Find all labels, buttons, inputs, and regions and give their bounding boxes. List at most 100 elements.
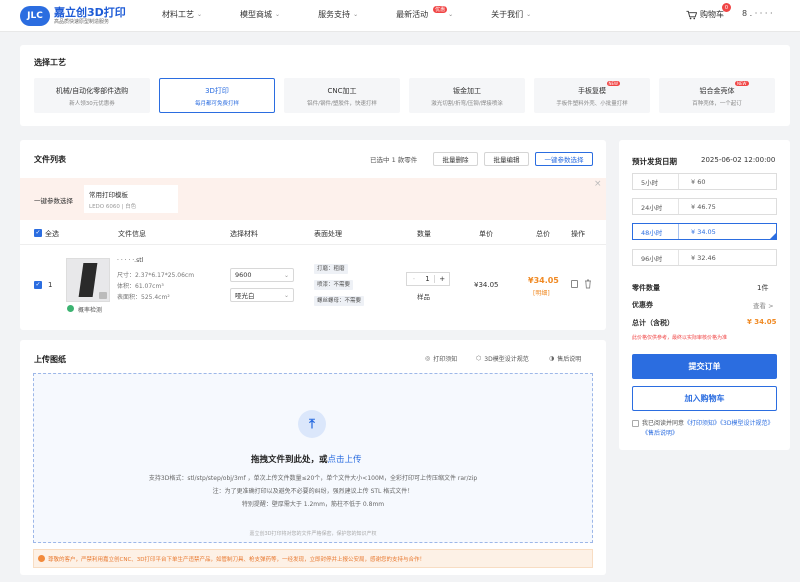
warning-icon	[38, 555, 45, 562]
quantity-plus-button[interactable]: +	[434, 275, 449, 283]
logo[interactable]: JLC 嘉立创3D打印 高品质快速原型制造服务	[20, 6, 126, 26]
add-to-cart-button[interactable]: 加入购物车	[632, 386, 777, 411]
ship-option-96h[interactable]: 96小时 ¥ 32.46	[632, 249, 777, 266]
chevron-down-icon: ⌄	[353, 11, 359, 18]
chevron-down-icon: ⌄	[448, 11, 454, 18]
hot-badge: 优惠	[433, 6, 448, 13]
row-checkbox[interactable]: ✓	[34, 281, 42, 289]
upload-title: 上传图纸	[34, 355, 66, 364]
parts-count-label: 零件数量	[632, 284, 660, 292]
batch-delete-button[interactable]: 批量删除	[433, 152, 478, 166]
copy-icon[interactable]	[571, 280, 578, 288]
process-title: 选择工艺	[34, 58, 66, 67]
selected-corner-icon	[770, 233, 776, 239]
upload-icon[interactable]: ⤒	[298, 410, 326, 438]
parts-count-value: 1件	[757, 284, 769, 292]
new-tag: NEW	[735, 81, 749, 86]
cart-count-badge: 0	[722, 3, 731, 12]
total-value: ¥ 34.05	[747, 318, 777, 326]
template-card[interactable]: 常用打印模板 LEDO 6060 | 白色	[84, 185, 178, 213]
upload-reminder: 特别提醒：壁厚需大于 1.2mm，筋柱不低于 0.8mm	[241, 501, 385, 508]
total-label: 总计（含税）	[632, 319, 674, 327]
select-all-checkbox[interactable]: ✓	[34, 229, 42, 237]
unit-price: ¥34.05	[474, 281, 499, 289]
one-click-param-button[interactable]: 一键参数选择	[535, 152, 593, 166]
agree-text: 我已阅读并同意《打印须知》《3D模型设计规范》《售后说明》	[642, 420, 774, 437]
batch-edit-button[interactable]: 批量编辑	[484, 152, 529, 166]
aftersale-link[interactable]: ◑ 售后说明	[549, 354, 581, 363]
agree-checkbox[interactable]	[632, 420, 639, 427]
nav-support[interactable]: 服务支持 ⌄	[318, 9, 358, 20]
user-account[interactable]: 8 . · · · ·	[742, 9, 773, 18]
ship-option-5h[interactable]: 5小时 ¥ 60	[632, 173, 777, 190]
ship-date-value: 2025-06-02 12:00:00	[701, 156, 776, 164]
nav-model-store[interactable]: 模型商城 ⌄	[240, 9, 280, 20]
upload-note: 注：为了更准确打印以及避免不必要的纠纷，强烈建议上传 STL 格式文件！	[212, 488, 414, 495]
file-area: 表面积：525.4cm²	[117, 294, 170, 301]
logo-badge: JLC	[20, 6, 50, 26]
agree-aftersale-link[interactable]: 《售后说明》	[642, 430, 678, 437]
col-file-info: 文件信息	[118, 230, 146, 238]
nav-about[interactable]: 关于我们 ⌄	[491, 9, 531, 20]
row-divider	[20, 244, 606, 245]
sample-label: 样品	[417, 293, 430, 301]
price-detail-link[interactable]: [明细]	[533, 288, 550, 297]
chevron-down-icon: ⌄	[197, 11, 203, 18]
file-volume: 体积：61.07cm³	[117, 283, 164, 290]
quantity-stepper[interactable]: - 1 +	[406, 272, 450, 286]
main-nav: 材料工艺 ⌄ 模型商城 ⌄ 服务支持 ⌄ 最新活动 优惠 ⌄ 关于我们 ⌄	[162, 6, 569, 20]
nav-materials[interactable]: 材料工艺 ⌄	[162, 9, 202, 20]
nav-activities[interactable]: 最新活动 优惠 ⌄	[396, 6, 454, 20]
close-icon[interactable]: ×	[594, 179, 602, 189]
material-select[interactable]: 9600 ⌄	[230, 268, 294, 282]
col-quantity: 数量	[417, 230, 431, 238]
tab-sheet-metal[interactable]: 钣金加工 激光切割/折弯/压铆/焊接喷涂	[409, 78, 525, 113]
upload-formats: 支持3D格式：stl/stp/step/obj/3mf ，单次上传文件数量≤20…	[148, 475, 478, 482]
model-thumbnail[interactable]	[66, 258, 110, 302]
service-icon: ◑	[549, 355, 555, 362]
surface-paint-chip[interactable]: 喷漆：不需要	[314, 280, 354, 290]
template-name: 常用打印模板	[89, 191, 128, 199]
col-unit-price: 单价	[479, 230, 493, 238]
chevron-down-icon: ⌄	[283, 291, 289, 299]
template-desc: LEDO 6060 | 白色	[89, 204, 137, 210]
top-header: JLC 嘉立创3D打印 高品质快速原型制造服务 材料工艺 ⌄ 模型商城 ⌄ 服务支持…	[0, 0, 800, 32]
submit-order-button[interactable]: 提交订单	[632, 354, 777, 379]
coupon-label: 优惠券	[632, 301, 653, 309]
quantity-minus-button[interactable]: -	[407, 275, 421, 283]
logo-title: 嘉立创3D打印	[54, 5, 126, 19]
ship-option-24h[interactable]: 24小时 ¥ 46.75	[632, 198, 777, 215]
tab-3d-printing[interactable]: 3D打印 每月都可免费打样	[159, 78, 275, 113]
total-price: ¥34.05	[528, 276, 559, 285]
agree-print-notice-link[interactable]: 《打印须知》	[684, 420, 720, 427]
agree-design-spec-link[interactable]: 《3D模型设计规范》	[720, 420, 773, 427]
cart-label: 购物车	[700, 10, 724, 19]
price-disclaimer: 此价格仅供参考，最终以实际审核价格为准	[632, 335, 728, 341]
color-select[interactable]: 哑光白 ⌄	[230, 288, 294, 302]
surface-screw-chip[interactable]: 螺丝螺母：不需要	[314, 296, 365, 306]
tab-aluminum-shell[interactable]: 铝合金壳体 NEW 百种壳体，一个起订	[659, 78, 775, 113]
quantity-value[interactable]: 1	[421, 275, 435, 283]
cart-link[interactable]: 购物车	[686, 9, 724, 20]
file-list-title: 文件列表	[34, 155, 66, 164]
warning-notice: 尊敬的客户，严禁利用嘉立创CNC、3D打印平台下单生产违禁产品，如管制刀具、枪支…	[33, 549, 593, 568]
col-surface: 表面处理	[314, 230, 342, 238]
cube-icon: ⬡	[476, 355, 482, 362]
trash-icon[interactable]	[584, 279, 592, 289]
zoom-icon[interactable]	[99, 292, 107, 299]
click-upload-link[interactable]: 点击上传	[328, 455, 362, 465]
print-notice-link[interactable]: ◎ 打印须知	[425, 354, 457, 363]
row-index: 1	[48, 281, 53, 289]
tab-prototype-mold[interactable]: 手板复模 NEW 手板件塑料外壳、小批量打样	[534, 78, 650, 113]
param-label: 一键参数选择	[34, 197, 73, 205]
file-name: · · · · ·.stl	[117, 257, 144, 264]
tab-cnc[interactable]: CNC加工 铝件/钢件/塑胶件，快速打样	[284, 78, 400, 113]
surface-polish-chip[interactable]: 打磨：粗磨	[314, 264, 348, 274]
tab-mechanical[interactable]: 机械/自动化零部件选购 新人领30元优惠券	[34, 78, 150, 113]
design-spec-link[interactable]: ⬡ 3D模型设计规范	[476, 354, 529, 363]
doc-icon: ◎	[425, 355, 431, 362]
file-size: 尺寸：2.37*6.17*25.06cm	[117, 272, 195, 279]
selected-count: 已选中 1 款零件	[370, 156, 418, 164]
ship-option-48h[interactable]: 48小时 ¥ 34.05	[632, 223, 777, 240]
coupon-view-link[interactable]: 查看 >	[753, 300, 774, 310]
